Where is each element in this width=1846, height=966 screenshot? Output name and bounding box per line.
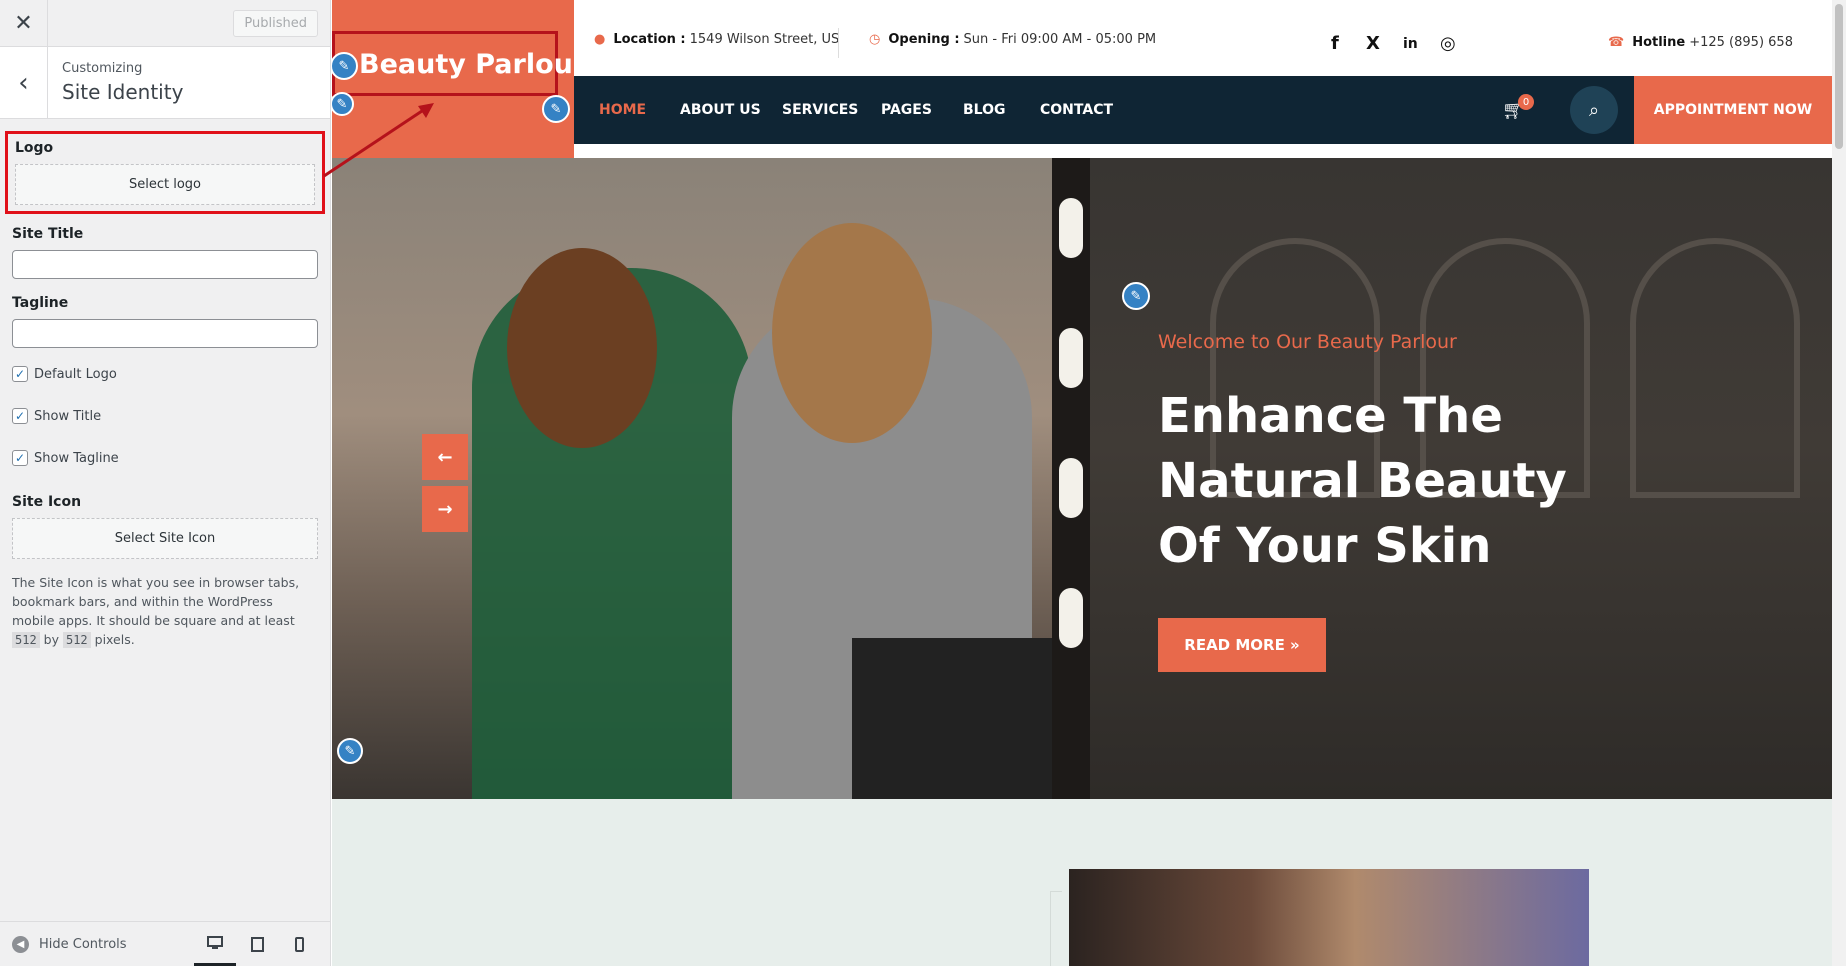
customizer-footer: ◀ Hide Controls — [0, 921, 330, 966]
site-title-control: Site Title — [12, 226, 318, 279]
chevron-left-icon[interactable]: ‹ — [0, 47, 48, 118]
site-icon-title: Site Icon — [12, 494, 82, 510]
facebook-icon[interactable]: f — [1331, 33, 1339, 54]
tagline-input[interactable] — [12, 319, 318, 348]
x-twitter-icon[interactable]: X — [1366, 33, 1380, 54]
search-icon[interactable]: ⌕ — [1570, 86, 1618, 134]
scrollbar-thumb[interactable] — [1835, 4, 1843, 149]
nav-about-us[interactable]: ABOUT US — [680, 102, 761, 118]
hero-figure-client-head — [507, 248, 657, 448]
edit-pencil-icon[interactable]: ✎ — [337, 738, 363, 764]
hero-welcome-text: Welcome to Our Beauty Parlour — [1158, 331, 1457, 353]
code-512-a: 512 — [12, 632, 40, 648]
site-logo-text[interactable]: Beauty Parlour — [359, 49, 586, 80]
section-breadcrumb: Customizing — [62, 61, 143, 76]
salon-mirror — [1630, 238, 1800, 498]
slider-prev-arrow-icon[interactable]: ← — [422, 434, 468, 480]
edit-pencil-icon[interactable]: ✎ — [1122, 282, 1150, 310]
location-value: 1549 Wilson Street, US — [689, 32, 840, 47]
map-pin-icon: ● — [594, 32, 606, 47]
phone-icon: ☎ — [1608, 35, 1625, 50]
nav-pages[interactable]: PAGES — [881, 102, 932, 118]
nav-services[interactable]: SERVICES — [782, 102, 858, 118]
linkedin-icon[interactable]: in — [1403, 36, 1418, 52]
desktop-icon[interactable] — [194, 922, 236, 966]
clock-icon: ◷ — [869, 32, 881, 47]
device-preview-toggle — [194, 922, 320, 966]
topbar-divider — [838, 28, 839, 58]
default-logo-label: Default Logo — [34, 366, 117, 382]
tagline-control: Tagline — [12, 295, 318, 348]
bulb — [1059, 198, 1083, 258]
edit-pencil-icon[interactable]: ✎ — [542, 95, 570, 123]
nav-home[interactable]: HOME — [599, 102, 646, 118]
show-tagline-checkbox-row[interactable]: ✓ Show Tagline — [12, 450, 318, 466]
site-icon-description: The Site Icon is what you see in browser… — [12, 573, 318, 650]
opening-value: Sun - Fri 09:00 AM - 05:00 PM — [963, 32, 1157, 47]
mobile-icon[interactable] — [278, 922, 320, 966]
show-title-checkbox-row[interactable]: ✓ Show Title — [12, 408, 318, 424]
main-navigation: HOME ABOUT US SERVICES PAGES BLOG CONTAC… — [574, 76, 1832, 144]
opening-info: ◷ Opening : Sun - Fri 09:00 AM - 05:00 P… — [869, 32, 1156, 47]
desc-text-1: The Site Icon is what you see in browser… — [12, 575, 300, 628]
tagline-label: Tagline — [12, 295, 69, 311]
checkbox-checked-icon[interactable]: ✓ — [12, 366, 28, 382]
show-title-label: Show Title — [34, 408, 102, 424]
code-512-b: 512 — [62, 632, 91, 648]
section-controls: Logo Select logo Site Title Tagline ✓ De… — [0, 119, 330, 662]
select-logo-button[interactable]: Select logo — [15, 164, 315, 205]
logo-title: Logo — [15, 140, 54, 156]
site-preview: Beauty Parlour ✎ ✎ ✎ ● Location : 1549 W… — [332, 0, 1832, 966]
publish-button[interactable]: Published — [233, 9, 318, 37]
site-title-label: Site Title — [12, 226, 84, 242]
hide-controls-link[interactable]: Hide Controls — [39, 937, 127, 952]
checkbox-checked-icon[interactable]: ✓ — [12, 450, 28, 466]
show-tagline-label: Show Tagline — [34, 450, 119, 466]
bulb — [1059, 458, 1083, 518]
section-title: Site Identity — [62, 80, 184, 104]
about-section: ✎ — [332, 799, 1832, 966]
annotation-arrow — [323, 103, 434, 178]
desc-text-2: by — [39, 632, 63, 647]
hero-figure-artist-head — [772, 223, 932, 443]
location-info: ● Location : 1549 Wilson Street, US — [594, 32, 839, 47]
opening-label: Opening : — [888, 32, 960, 47]
select-site-icon-button[interactable]: Select Site Icon — [12, 518, 318, 559]
hero-mirror-lights — [1052, 158, 1090, 799]
slider-next-arrow-icon[interactable]: → — [422, 486, 468, 532]
location-label: Location : — [613, 32, 686, 47]
about-image — [1069, 869, 1589, 966]
section-heading: Customizing Site Identity — [48, 47, 197, 118]
hotline-info: ☎ Hotline +125 (895) 658 — [1608, 35, 1793, 50]
bulb — [1059, 588, 1083, 648]
site-icon-control: Site Icon Select Site Icon The Site Icon… — [12, 494, 318, 650]
instagram-icon[interactable]: ◎ — [1440, 33, 1456, 54]
desc-text-3: pixels. — [90, 632, 135, 647]
hero-slider: ← → ✎ Welcome to Our Beauty Parlour Enha… — [332, 158, 1832, 799]
cart-count-badge: 0 — [1518, 94, 1534, 110]
default-logo-checkbox-row[interactable]: ✓ Default Logo — [12, 366, 318, 382]
page-scrollbar[interactable] — [1832, 0, 1846, 966]
nav-blog[interactable]: BLOG — [963, 102, 1006, 118]
tablet-icon[interactable] — [236, 922, 278, 966]
bulb — [1059, 328, 1083, 388]
nav-contact[interactable]: CONTACT — [1040, 102, 1113, 118]
section-header: ‹ Customizing Site Identity — [0, 47, 330, 119]
about-card-border — [1050, 891, 1062, 966]
collapse-arrow-icon[interactable]: ◀ — [12, 935, 29, 953]
publish-wrap: Published — [48, 0, 330, 46]
hotline-label: Hotline — [1632, 35, 1686, 50]
customizer-header-bar: ✕ Published — [0, 0, 330, 47]
read-more-button[interactable]: READ MORE » — [1158, 618, 1326, 672]
logo-control-highlight: Logo Select logo — [5, 131, 325, 214]
site-title-input[interactable] — [12, 250, 318, 279]
hotline-value: +125 (895) 658 — [1689, 35, 1793, 50]
appointment-button[interactable]: APPOINTMENT NOW — [1634, 76, 1832, 144]
hero-title: Enhance The Natural Beauty Of Your Skin — [1158, 388, 1567, 574]
checkbox-checked-icon[interactable]: ✓ — [12, 408, 28, 424]
header-topbar: ● Location : 1549 Wilson Street, US ◷ Op… — [574, 0, 1832, 76]
close-icon[interactable]: ✕ — [0, 0, 48, 47]
customizer-sidebar: ✕ Published ‹ Customizing Site Identity … — [0, 0, 331, 966]
